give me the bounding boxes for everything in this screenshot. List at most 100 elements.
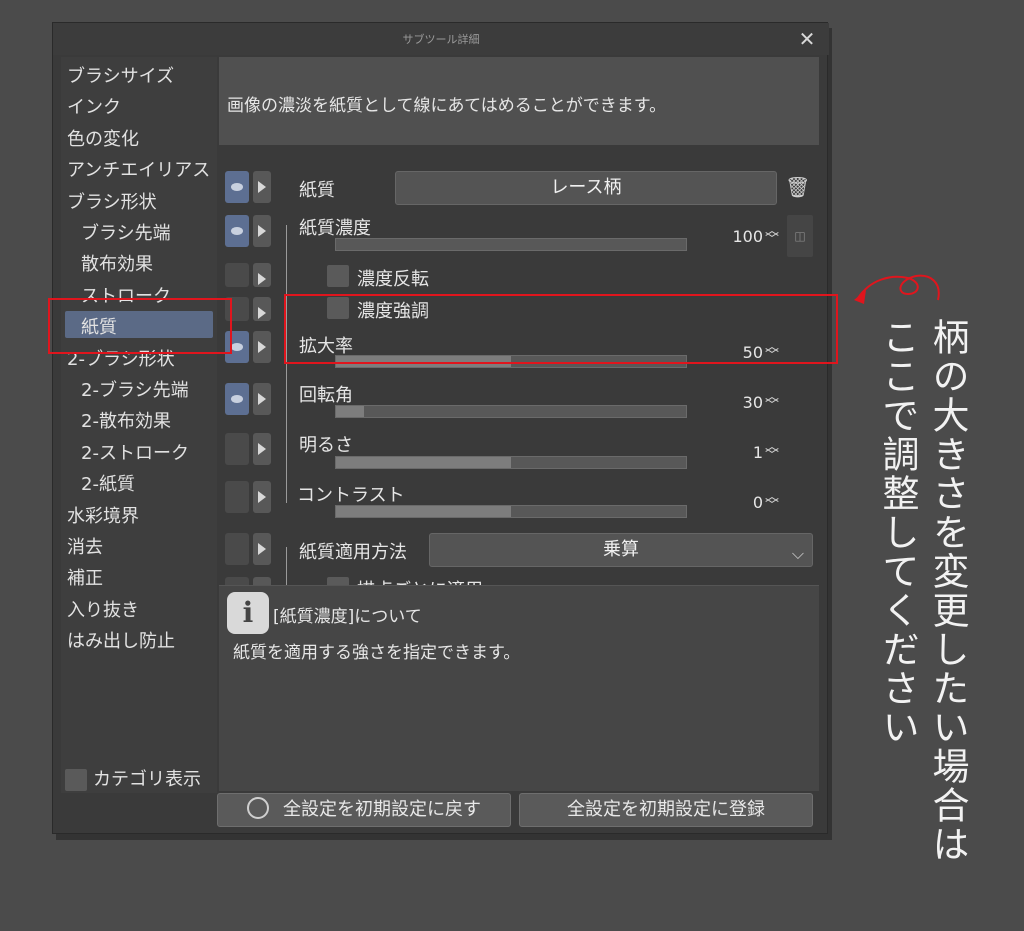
- brightness-spin-icon[interactable]: ︿ ﹀: [765, 440, 779, 463]
- category-sidebar: ブラシサイズ インク 色の変化 アンチエイリアス ブラシ形状 ブラシ先端 散布効果 ストローク…: [61, 57, 217, 793]
- sidebar-item-label: 2-ブラシ先端: [81, 380, 189, 401]
- eye-icon[interactable]: [225, 533, 249, 565]
- expand-arrow-icon[interactable]: [253, 297, 271, 321]
- window-title: サブツール詳細: [402, 33, 480, 46]
- expand-arrow-icon[interactable]: [253, 533, 271, 565]
- expand-arrow-icon[interactable]: [253, 383, 271, 415]
- group-line: [286, 547, 287, 589]
- brightness-label: 明るさ: [299, 435, 353, 456]
- register-defaults-button[interactable]: 全設定を初期設定に登録: [519, 793, 813, 827]
- register-defaults-label: 全設定を初期設定に登録: [567, 799, 765, 820]
- expand-arrow-icon[interactable]: [253, 215, 271, 247]
- density-value[interactable]: 100: [713, 227, 763, 246]
- sidebar-item-label: 散布効果: [81, 254, 153, 276]
- reset-icon: [247, 797, 269, 819]
- contrast-label: コントラスト: [297, 485, 405, 506]
- annotation-text-line1: 柄の大きさを変更したい場合は: [926, 318, 969, 864]
- subtool-detail-dialog: サブツール詳細 ✕ ブラシサイズ インク色の変化アンチエイリアス ブラシ形状ブラシ先…: [52, 22, 829, 834]
- contrast-value[interactable]: 0: [713, 493, 763, 512]
- category-toggle-checkbox[interactable]: [65, 769, 87, 791]
- eye-icon[interactable]: [225, 171, 249, 203]
- sidebar-item-label: 消去: [67, 537, 103, 558]
- pen-pressure-icon[interactable]: ◫: [787, 215, 813, 257]
- texture-label: 紙質: [299, 180, 335, 201]
- sidebar-item[interactable]: 色の変化: [61, 122, 217, 150]
- sidebar-item[interactable]: 入り抜き: [61, 593, 217, 621]
- annotation-text-line2: ここで調整してください: [876, 318, 919, 747]
- sidebar-item[interactable]: 消去: [61, 530, 217, 558]
- density-spin-icon[interactable]: ︿ ﹀: [765, 224, 779, 247]
- sidebar-item[interactable]: 2-散布効果: [61, 404, 217, 432]
- apply-method-select[interactable]: 乗算 ⌵: [429, 533, 813, 567]
- annotation-box-category: [48, 298, 232, 354]
- sidebar-item-label: 2-ストローク: [81, 442, 189, 464]
- expand-arrow-icon[interactable]: [253, 263, 271, 287]
- expand-arrow-icon[interactable]: [253, 171, 271, 203]
- sidebar-item[interactable]: 水彩境界: [61, 499, 217, 527]
- sidebar-item[interactable]: 補正: [61, 561, 217, 589]
- expand-arrow-icon[interactable]: [253, 331, 271, 363]
- sidebar-item-label: 水彩境界: [67, 505, 139, 527]
- eye-icon[interactable]: [225, 481, 249, 513]
- apply-method-value: 乗算: [603, 539, 639, 560]
- sidebar-item-label: ブラシサイズ: [67, 66, 175, 87]
- description-text: 画像の濃淡を紙質として線にあてはめることができます。: [227, 96, 667, 116]
- brightness-value[interactable]: 1: [713, 443, 763, 462]
- sidebar-item[interactable]: 2-ブラシ先端: [61, 373, 217, 401]
- chevron-down-icon: ⌵: [791, 544, 804, 563]
- sidebar-item-label: 2-紙質: [81, 474, 135, 496]
- invert-label: 濃度反転: [357, 269, 429, 290]
- sidebar-item[interactable]: アンチエイリアス: [61, 153, 217, 181]
- reset-defaults-button[interactable]: 全設定を初期設定に戻す: [217, 793, 511, 827]
- expand-arrow-icon[interactable]: [253, 433, 271, 465]
- apply-method-label: 紙質適用方法: [299, 542, 407, 563]
- sidebar-item-label: 2-散布効果: [81, 411, 171, 433]
- contrast-slider[interactable]: [335, 505, 687, 518]
- annotation-arrow-icon: [854, 274, 940, 304]
- eye-icon[interactable]: [225, 433, 249, 465]
- sidebar-item-label: 入り抜き: [67, 599, 139, 621]
- sidebar-item-label: ブラシ形状: [67, 191, 157, 213]
- category-toggle-label: カテゴリ表示: [93, 769, 201, 790]
- eye-icon[interactable]: [225, 215, 249, 247]
- trash-icon[interactable]: 🗑: [785, 175, 810, 199]
- texture-select[interactable]: レース柄: [395, 171, 777, 205]
- info-icon: i: [227, 592, 269, 634]
- sidebar-item-label: アンチエイリアス: [67, 160, 211, 182]
- category-toggle[interactable]: カテゴリ表示: [65, 765, 201, 791]
- sidebar-item[interactable]: 2-ストローク: [61, 436, 217, 464]
- rotation-slider[interactable]: [335, 405, 687, 418]
- sidebar-item-label: ブラシ先端: [81, 223, 171, 244]
- sidebar-item[interactable]: インク: [61, 90, 217, 118]
- sidebar-item[interactable]: ブラシ先端: [61, 216, 217, 244]
- sidebar-item[interactable]: 散布効果: [61, 247, 217, 275]
- close-icon[interactable]: ✕: [797, 27, 817, 51]
- info-body: 紙質を適用する強さを指定できます。: [233, 643, 521, 663]
- sidebar-item[interactable]: 2-紙質: [61, 467, 217, 495]
- sidebar-item-label: 色の変化: [67, 128, 139, 150]
- sidebar-item-label: はみ出し防止: [67, 631, 175, 653]
- sidebar-item[interactable]: はみ出し防止: [61, 624, 217, 652]
- sidebar-item-label: インク: [67, 97, 121, 119]
- sidebar-item[interactable]: ブラシサイズ: [61, 59, 217, 87]
- contrast-spin-icon[interactable]: ︿ ﹀: [765, 490, 779, 513]
- invert-checkbox[interactable]: [327, 265, 349, 287]
- sidebar-item[interactable]: ブラシ形状: [61, 185, 217, 213]
- brightness-slider[interactable]: [335, 456, 687, 469]
- category-description: 画像の濃淡を紙質として線にあてはめることができます。: [219, 57, 819, 145]
- density-label: 紙質濃度: [299, 218, 371, 239]
- eye-icon[interactable]: [225, 383, 249, 415]
- reset-defaults-label: 全設定を初期設定に戻す: [283, 799, 481, 820]
- annotation-box-scale: [284, 294, 838, 364]
- rotation-label: 回転角: [299, 385, 353, 406]
- info-panel: i [紙質濃度]について 紙質を適用する強さを指定できます。: [219, 585, 819, 791]
- title-bar: サブツール詳細 ✕: [53, 23, 829, 55]
- expand-arrow-icon[interactable]: [253, 481, 271, 513]
- rotation-spin-icon[interactable]: ︿ ﹀: [765, 390, 779, 413]
- info-title: [紙質濃度]について: [273, 607, 422, 627]
- settings-panel: 紙質 レース柄 🗑 紙質濃度 100 ︿ ﹀ ◫ 濃度反転 濃度強調 拡大率 50…: [219, 145, 819, 601]
- group-line: [286, 225, 287, 503]
- eye-icon[interactable]: [225, 263, 249, 287]
- density-slider[interactable]: [335, 238, 687, 251]
- rotation-value[interactable]: 30: [713, 393, 763, 412]
